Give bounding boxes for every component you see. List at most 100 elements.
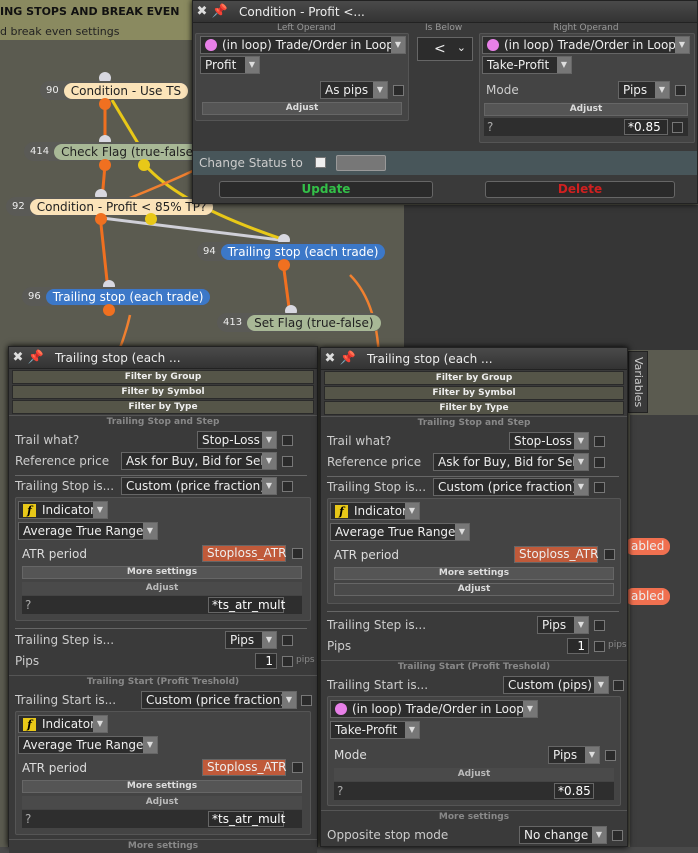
reference-price-checkbox[interactable]	[282, 456, 293, 467]
mode-checkbox[interactable]	[605, 750, 616, 761]
trailing-stop-is-checkbox[interactable]	[282, 481, 293, 492]
trailing-step-select[interactable]: Pips ▼	[537, 616, 589, 634]
filter-by-group[interactable]: Filter by Group	[12, 370, 314, 384]
node-output-pin[interactable]	[99, 159, 111, 171]
indicator-type-select[interactable]: f Indicator ▼	[330, 502, 420, 520]
indicator-name-select[interactable]: Average True Range ▼	[18, 736, 158, 754]
adjust-header[interactable]: Adjust	[22, 796, 302, 809]
atr-period-variable[interactable]: Stoploss_ATR	[514, 546, 598, 563]
close-icon[interactable]: ✖	[193, 4, 211, 19]
node-414[interactable]: 414 Check Flag (true-false)	[24, 142, 205, 161]
more-settings-header[interactable]: More settings	[9, 839, 317, 853]
pips-checkbox[interactable]	[594, 641, 605, 652]
adjust-header[interactable]: Adjust	[22, 582, 302, 595]
left-field-select[interactable]: Profit ▼	[200, 56, 260, 74]
more-settings-bar[interactable]: More settings	[22, 780, 302, 793]
indicator-type-select[interactable]: f Indicator ▼	[18, 501, 108, 519]
left-unit-select[interactable]: As pips ▼	[320, 81, 388, 99]
right-source-select[interactable]: (in loop) Trade/Order in Loop ▼	[482, 36, 690, 54]
opposite-stop-mode-checkbox[interactable]	[612, 830, 623, 841]
indicator-name-select[interactable]: Average True Range ▼	[330, 523, 470, 541]
trail-what-select[interactable]: Stop-Loss ▼	[509, 432, 589, 450]
node-94[interactable]: 94 Trailing stop (each trade)	[197, 242, 386, 261]
right-adjust-bar[interactable]: Adjust	[484, 103, 688, 116]
delete-button[interactable]: Delete	[485, 181, 675, 198]
status-color-field[interactable]	[336, 155, 386, 171]
trailing-step-checkbox[interactable]	[282, 635, 293, 646]
filter-by-symbol[interactable]: Filter by Symbol	[12, 385, 314, 399]
node-96[interactable]: 96 Trailing stop (each trade)	[22, 287, 211, 306]
atr-period-variable[interactable]: Stoploss_ATR	[202, 759, 286, 776]
reference-price-checkbox[interactable]	[594, 457, 605, 468]
right-field-select[interactable]: Take-Profit ▼	[482, 56, 572, 74]
change-status-checkbox[interactable]	[315, 157, 326, 168]
trailing-stop-is-checkbox[interactable]	[594, 482, 605, 493]
left-unit-checkbox[interactable]	[393, 85, 404, 96]
trailing-start-checkbox[interactable]	[301, 695, 312, 706]
close-icon[interactable]: ✖	[9, 350, 27, 365]
adjust-bar[interactable]: Adjust	[334, 583, 614, 596]
source-select[interactable]: (in loop) Trade/Order in Loop ▼	[330, 700, 538, 718]
trailing-stop-is-select[interactable]: Custom (price fraction) ▼	[433, 478, 589, 496]
indicator-type-select[interactable]: f Indicator ▼	[18, 715, 108, 733]
right-adjust-value[interactable]: *0.85	[624, 119, 668, 135]
pips-value[interactable]: 1	[567, 638, 589, 654]
node-413[interactable]: 413 Set Flag (true-false)	[217, 313, 381, 332]
right-adjust-checkbox[interactable]	[672, 122, 683, 133]
opposite-stop-mode-select[interactable]: No change ▼	[519, 826, 607, 844]
trail-what-select[interactable]: Stop-Loss ▼	[197, 431, 277, 449]
adjust-header[interactable]: Adjust	[334, 768, 614, 781]
right-mode-checkbox[interactable]	[675, 85, 686, 96]
more-settings-bar[interactable]: More settings	[334, 567, 614, 580]
trailing-stop-is-select[interactable]: Custom (price fraction) ▼	[121, 477, 277, 495]
more-settings-bar[interactable]: More settings	[22, 566, 302, 579]
reference-price-select[interactable]: Ask for Buy, Bid for Sell ▼	[433, 453, 589, 471]
adjust-value[interactable]: *0.85	[554, 783, 594, 799]
left-adjust-bar[interactable]: Adjust	[202, 102, 402, 115]
update-button[interactable]: Update	[219, 181, 433, 198]
node-output-pin[interactable]	[95, 213, 107, 225]
filter-by-symbol[interactable]: Filter by Symbol	[324, 386, 624, 400]
field-select[interactable]: Take-Profit ▼	[330, 721, 420, 739]
node-output-pin[interactable]	[138, 159, 150, 171]
trailing-step-checkbox[interactable]	[594, 620, 605, 631]
atr-period-checkbox[interactable]	[292, 548, 303, 559]
operator-select[interactable]: < ⌄	[417, 37, 473, 61]
filter-by-type[interactable]: Filter by Type	[12, 400, 314, 414]
trail-what-checkbox[interactable]	[282, 435, 293, 446]
node-output-pin[interactable]	[103, 304, 115, 316]
adjust-var[interactable]: ?	[487, 120, 493, 134]
adjust-var[interactable]: ?	[25, 598, 31, 612]
variables-tab[interactable]: Variables	[628, 351, 648, 413]
status-pill[interactable]: abled	[625, 538, 671, 555]
more-settings-header[interactable]: More settings	[321, 810, 627, 824]
pin-icon[interactable]: 📌	[339, 351, 357, 366]
node-output-pin[interactable]	[99, 98, 111, 110]
filter-by-group[interactable]: Filter by Group	[324, 371, 624, 385]
mode-select[interactable]: Pips ▼	[548, 746, 600, 764]
reference-price-select[interactable]: Ask for Buy, Bid for Sell ▼	[121, 452, 277, 470]
pips-checkbox[interactable]	[282, 656, 293, 667]
pin-icon[interactable]: 📌	[211, 4, 229, 19]
close-icon[interactable]: ✖	[321, 351, 339, 366]
right-mode-select[interactable]: Pips ▼	[618, 81, 670, 99]
node-output-pin[interactable]	[145, 213, 157, 225]
indicator-name-select[interactable]: Average True Range ▼	[18, 522, 158, 540]
filter-by-type[interactable]: Filter by Type	[324, 401, 624, 415]
node-output-pin[interactable]	[278, 259, 290, 271]
atr-period-checkbox[interactable]	[292, 762, 303, 773]
pin-icon[interactable]: 📌	[27, 350, 45, 365]
trailing-start-checkbox[interactable]	[613, 680, 624, 691]
adjust-var[interactable]: ?	[337, 784, 343, 798]
node-92[interactable]: 92 Condition - Profit < 85% TP?	[6, 197, 214, 216]
trail-what-checkbox[interactable]	[594, 436, 605, 447]
atr-period-variable[interactable]: Stoploss_ATR	[202, 545, 286, 562]
node-90[interactable]: 90 Condition - Use TS	[40, 81, 189, 100]
atr-period-checkbox[interactable]	[604, 549, 615, 560]
adjust-value[interactable]: *ts_atr_mult	[208, 597, 285, 613]
trailing-start-select[interactable]: Custom (price fraction) ▼	[141, 691, 297, 709]
status-pill[interactable]: abled	[625, 588, 671, 605]
left-source-select[interactable]: (in loop) Trade/Order in Loop ▼	[200, 36, 406, 54]
trailing-start-select[interactable]: Custom (pips) ▼	[503, 676, 609, 694]
adjust-var[interactable]: ?	[25, 812, 31, 826]
